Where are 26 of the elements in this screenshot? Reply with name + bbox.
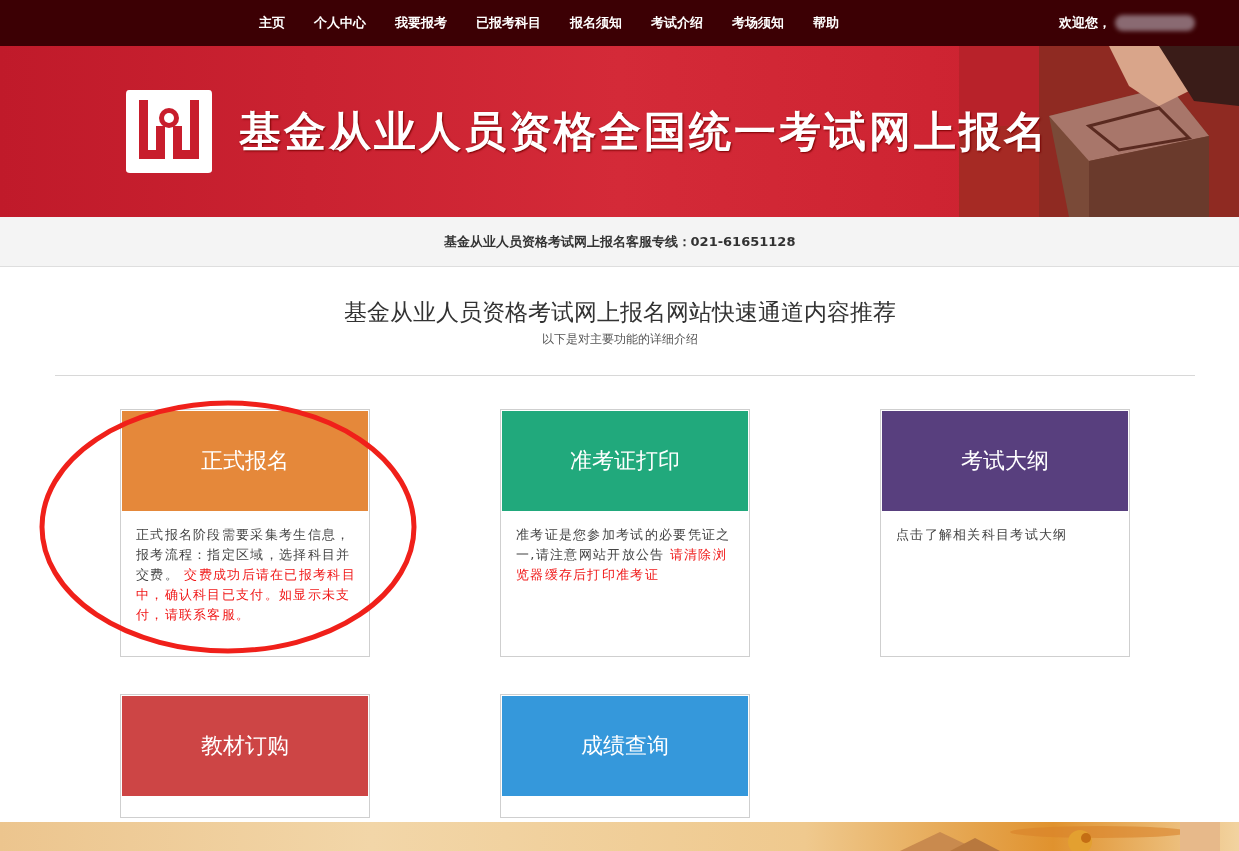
feature-card[interactable]: 正式报名 正式报名阶段需要采集考生信息，报考流程：指定区域，选择科目并交费。 交费成功后请在已报考科目中，确认科目已支付。如显示未支付，请联系客服。 [120,409,370,657]
nav-link[interactable]: 个人中心 [314,14,366,32]
nav-link[interactable]: 主页 [259,14,285,32]
card-description: 正式报名阶段需要采集考生信息，报考流程：指定区域，选择科目并交费。 交费成功后请在已报考科目中，确认科目已支付。如显示未支付，请联系客服。 [136,526,357,624]
hotline-text: 基金从业人员资格考试网上报名客服专线：021-61651128 [443,232,796,251]
card-header: 成绩查询 [502,696,748,796]
section-subtitle: 以下是对主要功能的详细介绍 [540,331,699,348]
greeting-text: 欢迎您， [1059,14,1111,32]
card-header: 考试大纲 [882,411,1128,511]
section-heading: 基金从业人员资格考试网上报名网站快速通道内容推荐 [342,298,897,327]
feature-card[interactable]: 教材订购 [120,694,370,818]
feature-card[interactable]: 准考证打印 准考证是您参加考试的必要凭证之一,请注意网站开放公告 请清除浏览器缓存后打印准考证 [500,409,750,657]
banner-title: 基金从业人员资格全国统一考试网上报名 [239,105,1049,158]
nav-link[interactable]: 考试介绍 [651,14,703,32]
nav-link[interactable]: 我要报考 [395,14,447,32]
nav-link[interactable]: 报名须知 [570,14,622,32]
card-description: 准考证是您参加考试的必要凭证之一,请注意网站开放公告 请清除浏览器缓存后打印准考证 [516,526,732,584]
card-description: 点击了解相关科目考试大纲 [896,526,1069,544]
logo-icon [125,87,213,176]
card-header: 正式报名 [122,411,368,511]
nav-link[interactable]: 已报考科目 [476,14,541,32]
nav-link[interactable]: 考场须知 [732,14,784,32]
feature-card[interactable]: 考试大纲 点击了解相关科目考试大纲 [880,409,1130,657]
nav-link[interactable]: 帮助 [813,14,839,32]
card-header: 教材订购 [122,696,368,796]
card-header: 准考证打印 [502,411,748,511]
